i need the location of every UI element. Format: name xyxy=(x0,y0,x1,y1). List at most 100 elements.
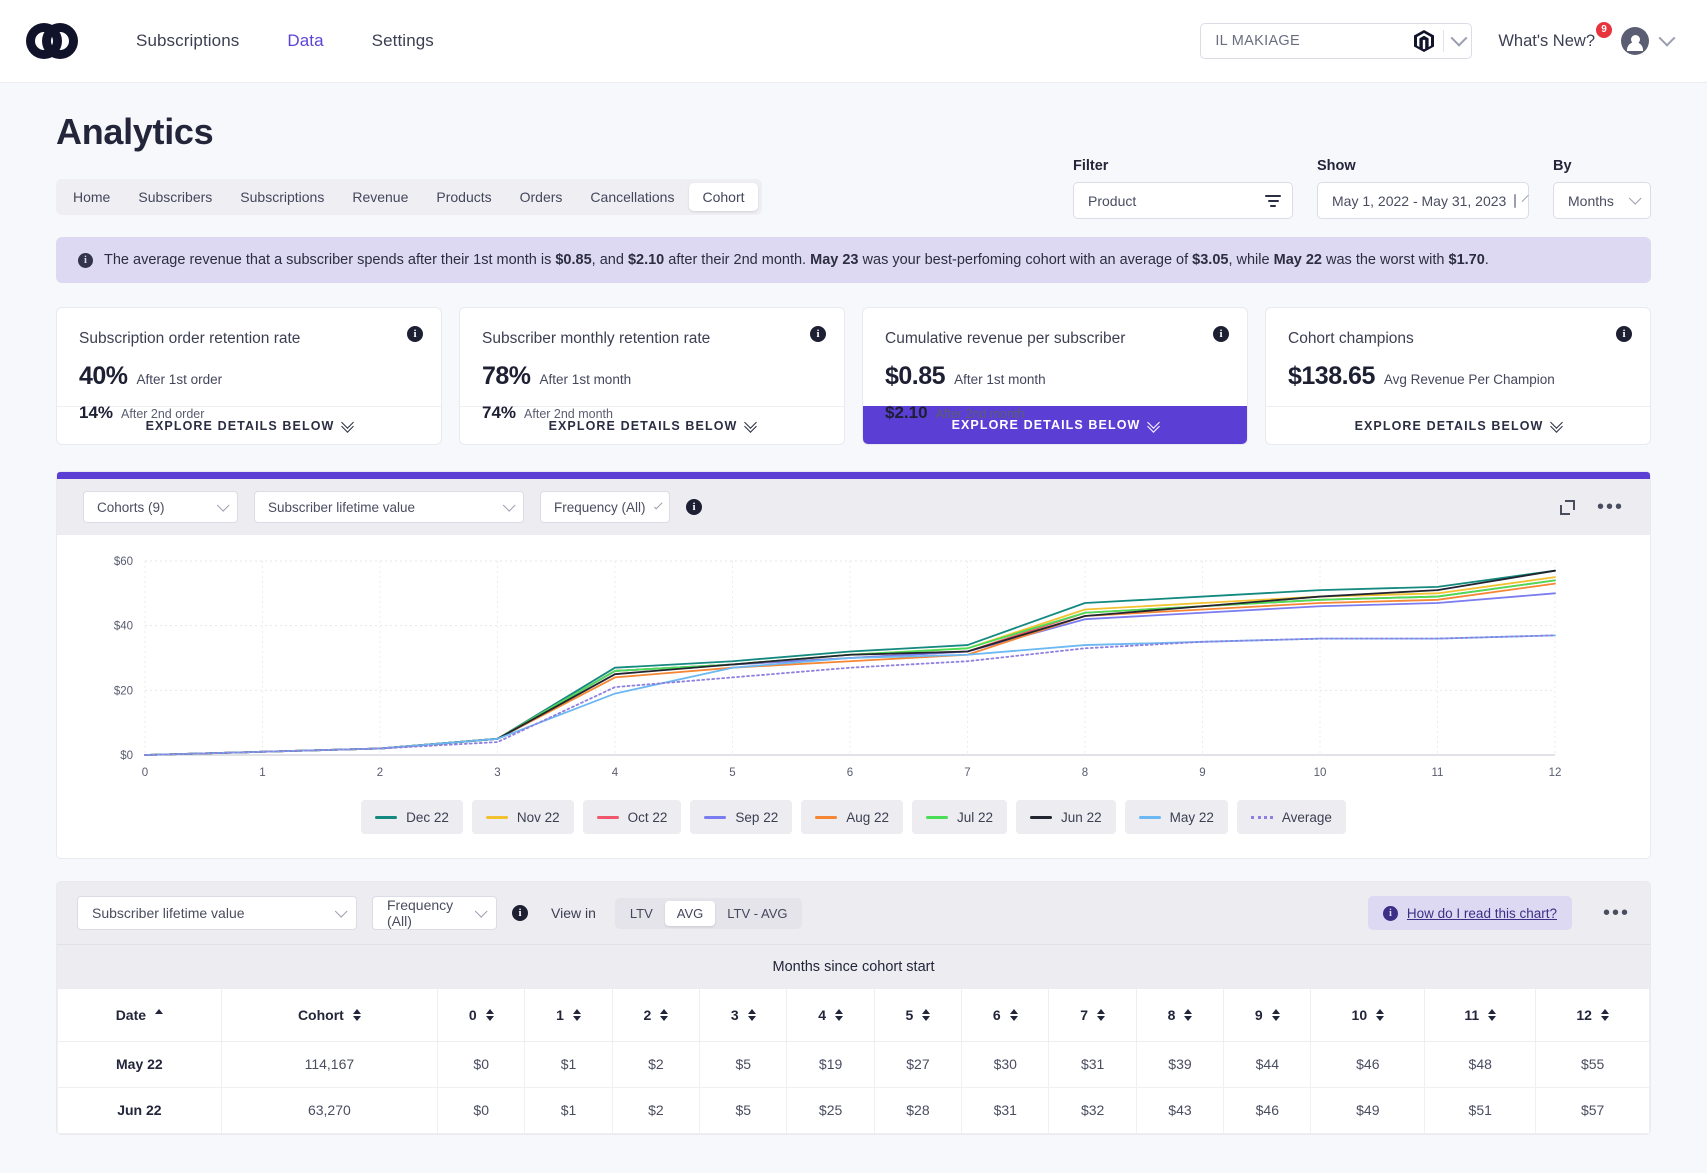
table-more-options-icon[interactable]: ••• xyxy=(1603,903,1630,923)
nav-item-data[interactable]: Data xyxy=(287,31,323,51)
explore-details-button[interactable]: EXPLORE DETAILS BELOW xyxy=(460,406,844,444)
sort-icon[interactable] xyxy=(1376,1008,1385,1021)
explore-details-button[interactable]: EXPLORE DETAILS BELOW xyxy=(1266,406,1650,444)
cell-month-2: $2 xyxy=(611,1086,701,1134)
chart-metric-select[interactable]: Subscriber lifetime value xyxy=(254,491,524,523)
table-header-cohort[interactable]: Cohort xyxy=(220,989,439,1042)
table-header-12[interactable]: 12 xyxy=(1535,989,1650,1042)
cell-month-11: $48 xyxy=(1424,1040,1537,1088)
table-header-9[interactable]: 9 xyxy=(1223,989,1312,1042)
segment-avg[interactable]: AVG xyxy=(664,900,716,926)
cohorts-select[interactable]: Cohorts (9) xyxy=(83,491,238,523)
sort-icon[interactable] xyxy=(1271,1008,1280,1021)
kpi-primary-value: $0.85 xyxy=(885,362,946,390)
table-header-date[interactable]: Date xyxy=(57,989,222,1042)
table-header-4[interactable]: 4 xyxy=(786,989,875,1042)
legend-item-dec-22[interactable]: Dec 22 xyxy=(361,800,463,834)
accent-bar xyxy=(57,472,1650,479)
tab-products[interactable]: Products xyxy=(423,183,504,211)
segment-ltv[interactable]: LTV xyxy=(618,901,665,926)
legend-label: Sep 22 xyxy=(735,809,779,825)
legend-item-sep-22[interactable]: Sep 22 xyxy=(690,800,793,834)
table-frequency-select[interactable]: Frequency (All) xyxy=(372,896,497,930)
sort-icon[interactable] xyxy=(660,1008,669,1021)
cell-month-9: $46 xyxy=(1223,1086,1312,1134)
table-header-label: 1 xyxy=(556,1006,564,1023)
kpi-card-subscriber-monthly-retention: i Subscriber monthly retention rate 78% … xyxy=(459,307,845,445)
legend-item-jun-22[interactable]: Jun 22 xyxy=(1016,800,1116,834)
table-header-1[interactable]: 1 xyxy=(524,989,613,1042)
table-header-11[interactable]: 11 xyxy=(1424,989,1537,1042)
info-icon[interactable]: i xyxy=(810,326,826,342)
chevron-down-icon[interactable] xyxy=(1658,29,1676,47)
kpi-card-cumulative-revenue: i Cumulative revenue per subscriber $0.8… xyxy=(862,307,1248,445)
table-header-8[interactable]: 8 xyxy=(1135,989,1225,1042)
cell-month-6: $30 xyxy=(961,1040,1050,1088)
nav-item-settings[interactable]: Settings xyxy=(372,31,434,51)
user-avatar-icon[interactable] xyxy=(1621,27,1649,55)
account-menu[interactable] xyxy=(1621,27,1676,55)
table-header-0[interactable]: 0 xyxy=(437,989,526,1042)
by-select[interactable]: Months xyxy=(1553,182,1651,219)
table-header-6[interactable]: 6 xyxy=(961,989,1050,1042)
store-selector[interactable]: IL MAKIAGE xyxy=(1200,23,1473,59)
whats-new-button[interactable]: What's New? 9 xyxy=(1498,21,1612,51)
tab-subscriptions[interactable]: Subscriptions xyxy=(227,183,337,211)
table-header-5[interactable]: 5 xyxy=(873,989,963,1042)
table-header-7[interactable]: 7 xyxy=(1048,989,1137,1042)
tab-home[interactable]: Home xyxy=(60,183,123,211)
sort-icon[interactable] xyxy=(1184,1008,1193,1021)
sort-icon[interactable] xyxy=(352,1008,361,1021)
legend-item-aug-22[interactable]: Aug 22 xyxy=(801,800,904,834)
explore-details-button[interactable]: EXPLORE DETAILS BELOW xyxy=(57,406,441,444)
segment-ltv-avg[interactable]: LTV - AVG xyxy=(715,901,799,926)
tab-subscribers[interactable]: Subscribers xyxy=(125,183,225,211)
loop-logo-icon[interactable] xyxy=(24,18,80,64)
table-row[interactable]: Jun 22 63,270 $0 $1 $2 $5 $25 $28 $31 $32 $43 $46 $4… xyxy=(57,1086,1650,1134)
chart-frequency-select[interactable]: Frequency (All) xyxy=(540,491,670,523)
product-filter-select[interactable]: Product xyxy=(1073,182,1293,219)
table-header-label: 6 xyxy=(992,1006,1001,1023)
sort-icon[interactable] xyxy=(155,1008,164,1021)
view-in-segmented-control: LTV AVG LTV - AVG xyxy=(614,897,803,929)
chart-more-options-icon[interactable]: ••• xyxy=(1597,497,1624,517)
info-icon[interactable]: i xyxy=(512,905,528,921)
table-header-label: 3 xyxy=(730,1006,739,1023)
info-icon[interactable]: i xyxy=(407,326,423,342)
banner-part2: , and xyxy=(591,252,628,268)
sort-icon[interactable] xyxy=(1097,1008,1106,1021)
sort-icon[interactable] xyxy=(1009,1008,1018,1021)
info-icon[interactable]: i xyxy=(686,499,702,515)
sort-icon[interactable] xyxy=(834,1008,843,1021)
legend-item-nov-22[interactable]: Nov 22 xyxy=(471,800,574,834)
legend-label: Aug 22 xyxy=(846,809,890,825)
sort-icon[interactable] xyxy=(1600,1008,1609,1021)
table-header-2[interactable]: 2 xyxy=(611,989,701,1042)
tab-orders[interactable]: Orders xyxy=(507,183,576,211)
info-icon[interactable]: i xyxy=(1213,326,1229,342)
date-range-picker[interactable]: May 1, 2022 - May 31, 2023 xyxy=(1317,182,1530,219)
nav-item-subscriptions[interactable]: Subscriptions xyxy=(136,31,239,51)
tab-revenue[interactable]: Revenue xyxy=(339,183,421,211)
how-to-read-chart-button[interactable]: i How do I read this chart? xyxy=(1367,896,1572,930)
info-icon[interactable]: i xyxy=(1616,326,1632,342)
expand-icon[interactable] xyxy=(1559,499,1575,515)
chevron-down-icon[interactable] xyxy=(1450,29,1468,47)
legend-item-may-22[interactable]: May 22 xyxy=(1124,800,1228,834)
legend-item-jul-22[interactable]: Jul 22 xyxy=(912,800,1008,834)
tab-cohort[interactable]: Cohort xyxy=(689,183,758,211)
sort-icon[interactable] xyxy=(922,1008,931,1021)
legend-label: Jun 22 xyxy=(1061,809,1102,825)
legend-item-oct-22[interactable]: Oct 22 xyxy=(582,800,682,834)
sort-icon[interactable] xyxy=(747,1008,756,1021)
svg-text:11: 11 xyxy=(1432,767,1444,779)
sort-icon[interactable] xyxy=(485,1008,494,1021)
sort-icon[interactable] xyxy=(1488,1008,1497,1021)
table-header-3[interactable]: 3 xyxy=(699,989,788,1042)
sort-icon[interactable] xyxy=(572,1008,581,1021)
table-row[interactable]: May 22 114,167 $0 $1 $2 $5 $19 $27 $30 $31 $39 $44 $… xyxy=(57,1040,1650,1088)
legend-item-average[interactable]: Average xyxy=(1236,800,1346,834)
tab-cancellations[interactable]: Cancellations xyxy=(577,183,687,211)
table-metric-select[interactable]: Subscriber lifetime value xyxy=(77,896,357,930)
table-header-10[interactable]: 10 xyxy=(1310,989,1426,1042)
